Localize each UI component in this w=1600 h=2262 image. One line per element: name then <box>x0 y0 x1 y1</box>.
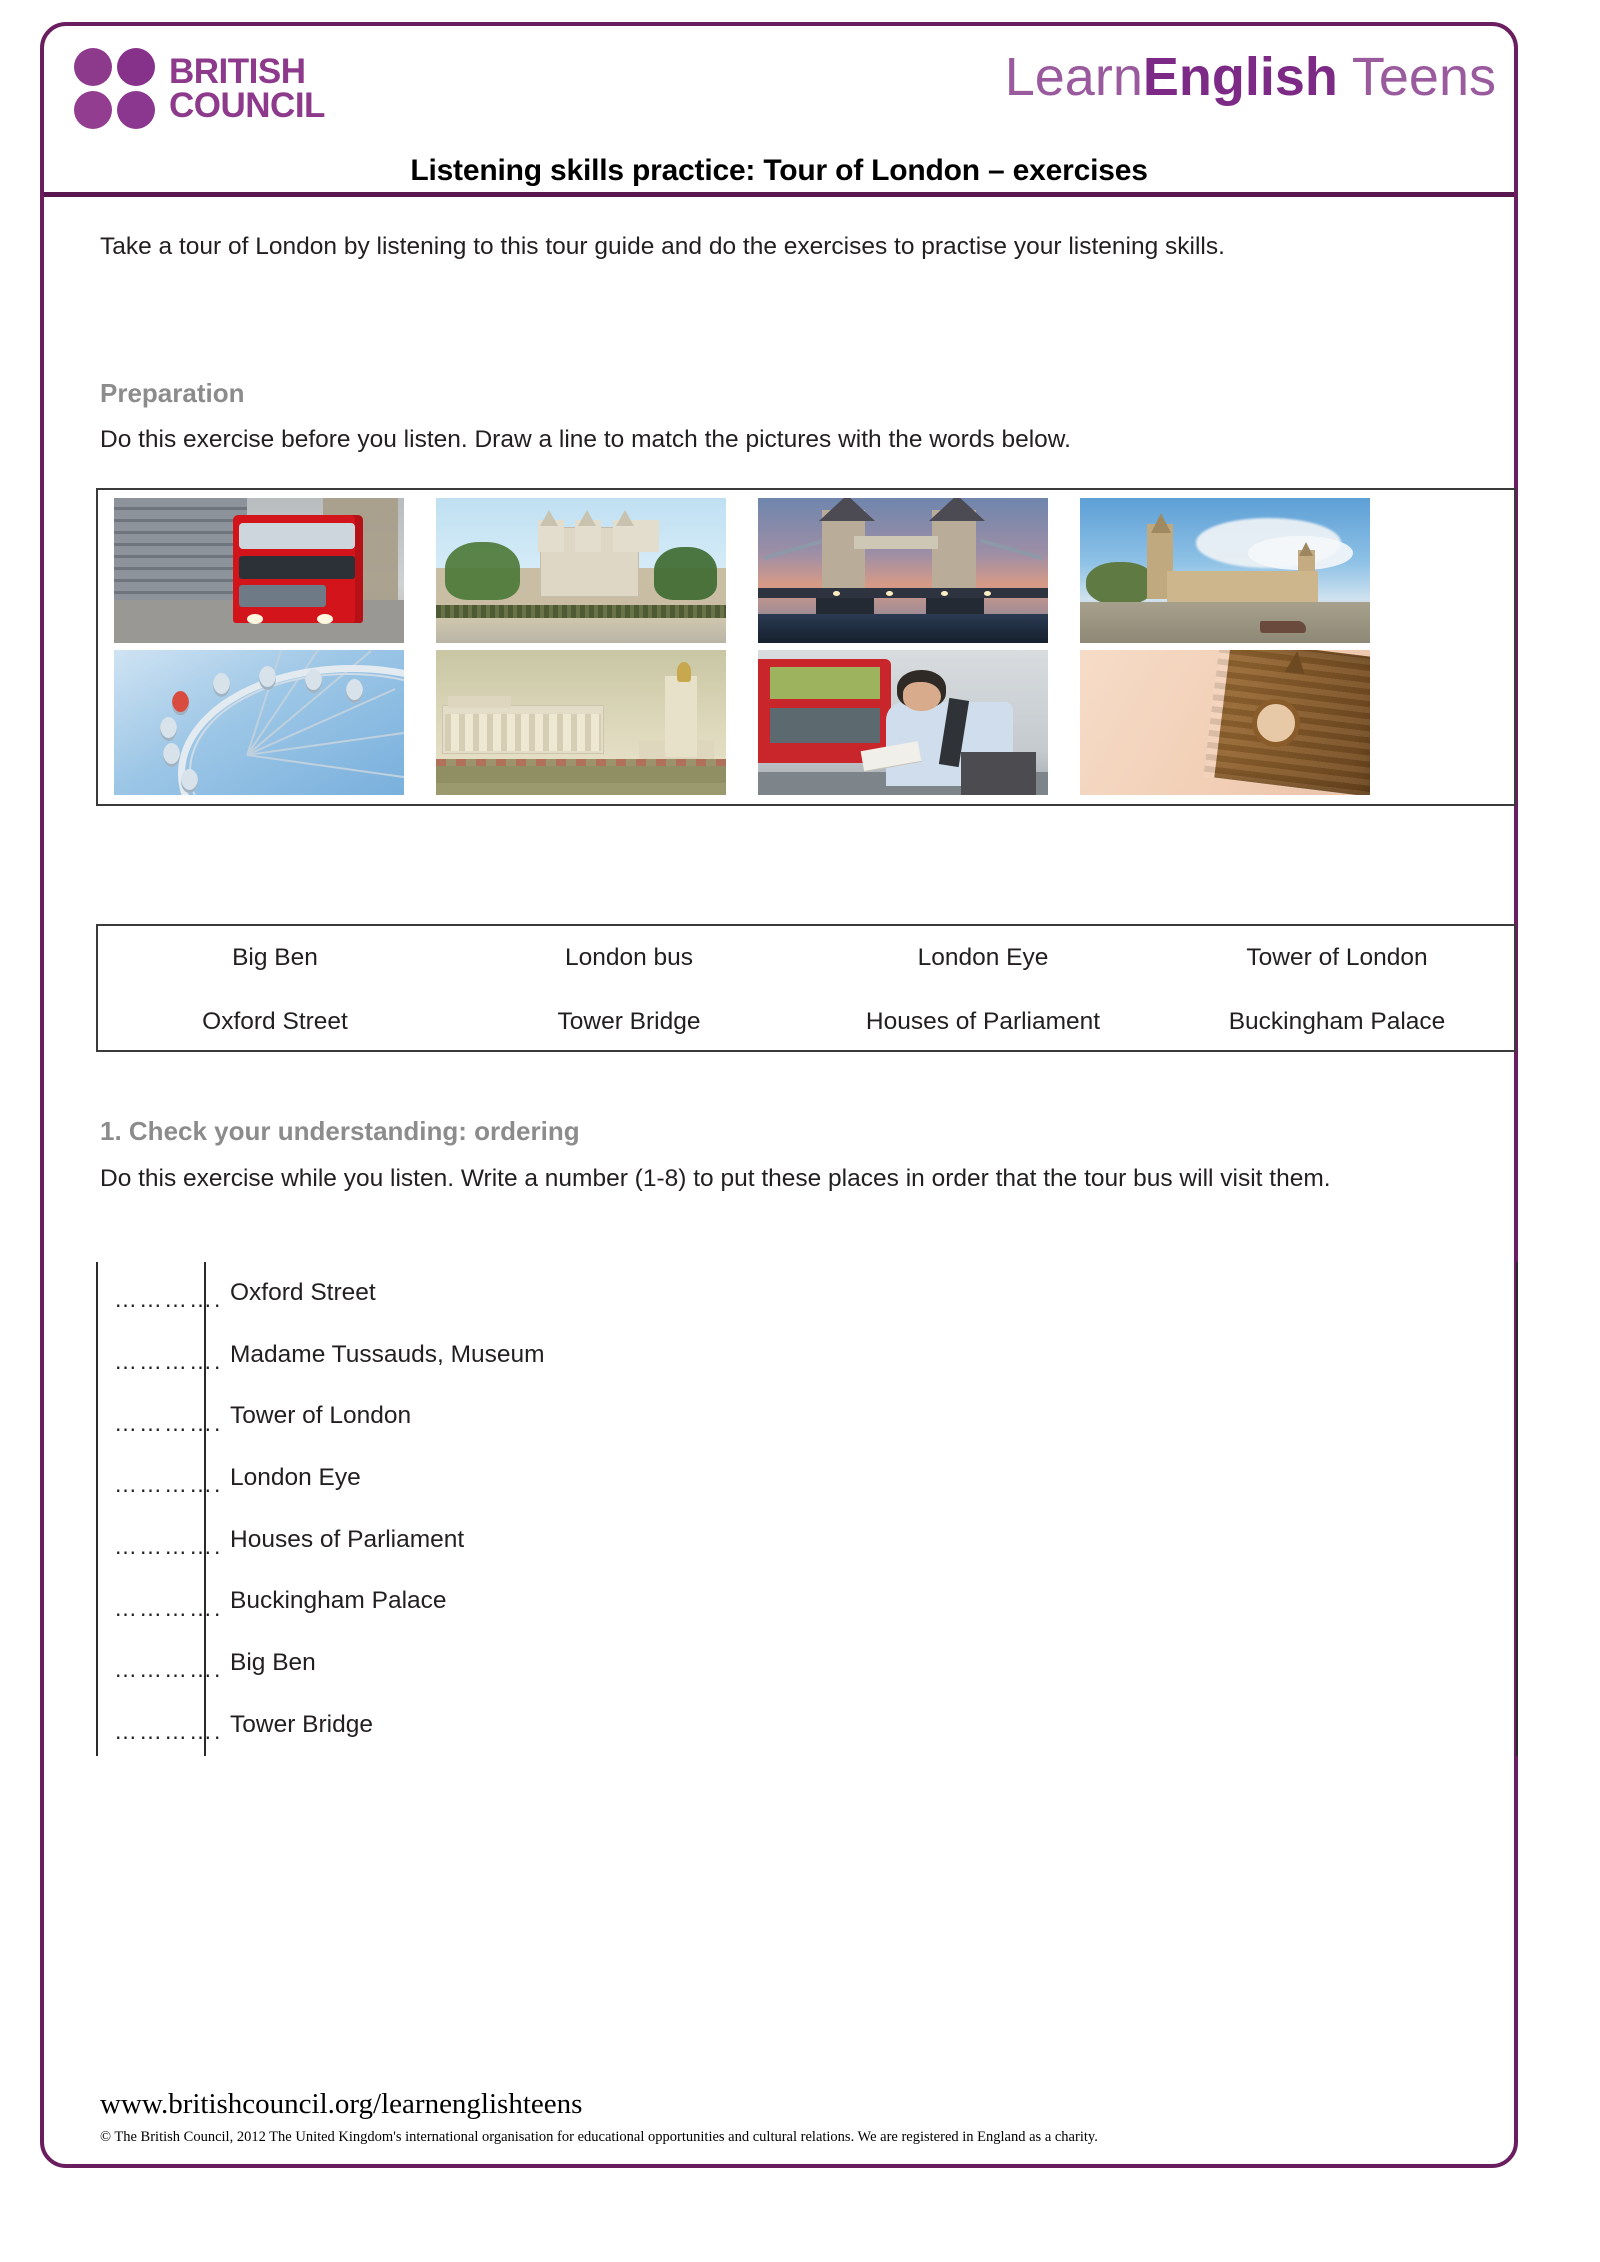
british-council-logo: BRITISH COUNCIL <box>74 48 325 129</box>
word-bank-item[interactable]: Tower of London <box>1160 944 1514 972</box>
ordering-answer-blank[interactable]: …………. <box>98 1398 220 1435</box>
word-bank-item[interactable]: Big Ben <box>98 944 452 972</box>
let-part3: Teens <box>1337 47 1496 107</box>
ordering-place-label: Big Ben <box>204 1632 1516 1694</box>
ordering-table: …………. Oxford Street …………. Madame Tussaud… <box>96 1262 1518 1756</box>
ordering-answer-blank[interactable]: …………. <box>98 1706 220 1743</box>
word-bank-item[interactable]: London Eye <box>806 944 1160 972</box>
ordering-answer-blank[interactable]: …………. <box>98 1644 220 1681</box>
page-header: BRITISH COUNCIL LearnEnglish Teens Liste… <box>44 26 1514 194</box>
learnenglish-teens-logo: LearnEnglish Teens <box>1005 50 1496 104</box>
exercise1-instructions: Do this exercise while you listen. Write… <box>100 1165 1331 1192</box>
word-bank-item[interactable]: Oxford Street <box>98 1008 452 1036</box>
picture-london-eye <box>113 649 405 796</box>
preparation-pictures-box <box>96 488 1516 806</box>
picture-cell <box>742 497 1064 644</box>
picture-cell <box>420 649 742 796</box>
picture-london-bus <box>113 497 405 644</box>
word-bank-row: Big Ben London bus London Eye Tower of L… <box>98 926 1514 990</box>
footer-url[interactable]: www.britishcouncil.org/learnenglishteens <box>100 2088 582 2121</box>
picture-oxford-street <box>757 649 1049 796</box>
ordering-row: …………. Madame Tussauds, Museum <box>98 1323 1516 1386</box>
ordering-row: …………. Tower of London <box>98 1385 1516 1448</box>
pictures-row-1 <box>98 497 1514 644</box>
picture-tower-bridge <box>757 497 1049 644</box>
pictures-row-2 <box>98 649 1514 796</box>
let-part2: English <box>1142 47 1338 107</box>
page-frame <box>40 22 1518 2168</box>
exercise1-heading: 1. Check your understanding: ordering <box>100 1116 580 1146</box>
ordering-place-label: Tower of London <box>204 1385 1516 1448</box>
ordering-answer-blank[interactable]: …………. <box>98 1583 220 1620</box>
ordering-place-label: London Eye <box>204 1447 1516 1509</box>
ordering-row: …………. Tower Bridge <box>98 1693 1516 1756</box>
picture-cell <box>742 649 1064 796</box>
page-title: Listening skills practice: Tour of Londo… <box>410 154 1148 187</box>
ordering-place-label: Oxford Street <box>204 1262 1516 1324</box>
picture-cell <box>1064 497 1386 644</box>
word-bank-row: Oxford Street Tower Bridge Houses of Par… <box>98 990 1514 1054</box>
picture-cell <box>98 649 420 796</box>
footer-copyright: © The British Council, 2012 The United K… <box>100 2129 1098 2145</box>
preparation-instructions: Do this exercise before you listen. Draw… <box>100 426 1071 453</box>
picture-cell <box>1064 649 1386 796</box>
picture-houses-of-parliament <box>1079 497 1371 644</box>
ordering-row: …………. Buckingham Palace <box>98 1570 1516 1633</box>
ordering-row: …………. Oxford Street <box>98 1262 1516 1324</box>
intro-text: Take a tour of London by listening to th… <box>100 233 1225 260</box>
word-bank-item[interactable]: London bus <box>452 944 806 972</box>
ordering-answer-blank[interactable]: …………. <box>98 1459 220 1496</box>
ordering-place-label: Madame Tussauds, Museum <box>204 1323 1516 1386</box>
british-council-line2: COUNCIL <box>169 85 325 125</box>
worksheet-content: Take a tour of London by listening to th… <box>96 230 1520 1756</box>
ordering-place-label: Tower Bridge <box>204 1693 1516 1756</box>
british-council-dots-icon <box>74 48 155 129</box>
picture-cell <box>98 497 420 644</box>
ordering-answer-blank[interactable]: …………. <box>98 1521 220 1558</box>
british-council-wordmark: BRITISH COUNCIL <box>169 52 325 125</box>
picture-tower-of-london <box>435 497 727 644</box>
word-bank-item[interactable]: Houses of Parliament <box>806 1008 1160 1036</box>
ordering-answer-blank[interactable]: …………. <box>98 1336 220 1373</box>
ordering-row: …………. London Eye <box>98 1447 1516 1509</box>
picture-cell <box>420 497 742 644</box>
word-bank-item[interactable]: Tower Bridge <box>452 1008 806 1036</box>
let-part1: Learn <box>1004 47 1143 107</box>
ordering-row: …………. Houses of Parliament <box>98 1508 1516 1571</box>
word-bank-item[interactable]: Buckingham Palace <box>1160 1008 1514 1036</box>
preparation-heading: Preparation <box>100 378 245 408</box>
ordering-row: …………. Big Ben <box>98 1632 1516 1694</box>
picture-big-ben <box>1079 649 1371 796</box>
ordering-answer-blank[interactable]: …………. <box>98 1274 220 1311</box>
ordering-place-label: Buckingham Palace <box>204 1570 1516 1633</box>
word-bank-table: Big Ben London bus London Eye Tower of L… <box>96 924 1516 1052</box>
worksheet-page: BRITISH COUNCIL LearnEnglish Teens Liste… <box>0 0 1600 2262</box>
picture-buckingham-palace <box>435 649 727 796</box>
ordering-place-label: Houses of Parliament <box>204 1508 1516 1571</box>
british-council-line1: BRITISH <box>169 52 306 92</box>
header-divider <box>44 192 1514 197</box>
